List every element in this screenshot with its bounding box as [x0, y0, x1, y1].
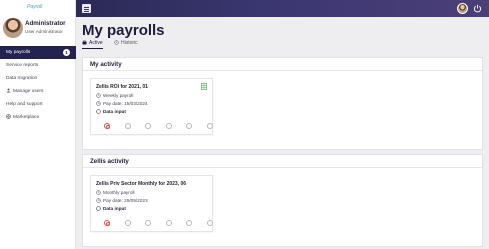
payroll-card[interactable]: Zellis ROI for 2021, 01 Weekly payroll P… — [90, 78, 213, 135]
pay-date-text: Pay date: 29/09/2023 — [103, 198, 148, 203]
sidebar-item-label: Service reports — [6, 63, 39, 68]
step-indicator[interactable] — [124, 220, 131, 226]
sidebar-item-label: Manage users — [13, 89, 44, 94]
page-title: My payrolls — [82, 22, 165, 39]
count-badge: 1 — [63, 49, 70, 56]
users-icon — [6, 88, 11, 93]
sidebar-item-help-support[interactable]: Help and support — [0, 98, 76, 111]
step-indicator[interactable] — [124, 123, 131, 129]
app-logo-text: Payroll — [27, 4, 43, 10]
frequency-text: Monthly payroll — [103, 190, 135, 195]
panel-title: My activity — [83, 58, 482, 71]
tab-active[interactable]: Active — [82, 40, 103, 49]
briefcase-icon — [82, 40, 87, 45]
step-indicator[interactable] — [206, 220, 213, 226]
user-profile: Administrator User Administrator — [3, 18, 75, 42]
sidebar-item-marketplace[interactable]: Marketplace — [0, 111, 76, 124]
step-current-indicator[interactable] — [104, 220, 111, 227]
sidebar: Payroll Administrator User Administrator… — [0, 0, 76, 249]
step-indicator[interactable] — [165, 220, 172, 226]
globe-icon — [6, 114, 11, 119]
user-role: User Administrator — [25, 29, 63, 34]
status-circle-icon — [96, 109, 101, 114]
step-indicator[interactable] — [145, 123, 151, 129]
sidebar-nav: My payrolls 1 Service reports Data migra… — [0, 46, 76, 124]
logout-icon[interactable] — [473, 4, 482, 13]
status-text: Data input — [103, 109, 126, 114]
payroll-title: Zellis Priv Sector Monthly for 2023, 06 — [96, 181, 187, 187]
panel-title: Zellis activity — [83, 155, 482, 168]
payroll-pay-date: Pay date: 29/09/2023 — [96, 198, 148, 203]
step-indicator[interactable] — [206, 123, 213, 129]
tab-historic[interactable]: Historic — [114, 40, 138, 48]
tab-label: Historic — [121, 40, 138, 46]
sidebar-item-label: Marketplace — [13, 115, 40, 120]
menu-toggle-button[interactable] — [82, 4, 91, 13]
calendar-clock-icon — [96, 101, 101, 106]
payroll-card[interactable]: Zellis Priv Sector Monthly for 2023, 06 … — [90, 175, 213, 232]
user-name: Administrator — [25, 20, 66, 27]
clock-icon — [96, 93, 101, 98]
my-activity-panel: My activity Zellis ROI for 2021, 01 Week… — [82, 57, 483, 150]
sidebar-item-my-payrolls[interactable]: My payrolls 1 — [0, 46, 76, 59]
sidebar-item-label: Data migration — [6, 76, 38, 81]
status-circle-icon — [96, 206, 101, 211]
calendar-clock-icon — [96, 198, 101, 203]
status-text: Data input — [103, 206, 126, 211]
frequency-text: Weekly payroll — [103, 93, 134, 98]
progress-steps — [104, 123, 213, 130]
payroll-frequency: Weekly payroll — [96, 93, 133, 98]
step-current-indicator[interactable] — [104, 123, 111, 130]
step-indicator[interactable] — [186, 123, 192, 129]
sidebar-item-label: My payrolls — [6, 50, 31, 55]
sidebar-item-manage-users[interactable]: Manage users — [0, 85, 76, 98]
spreadsheet-icon[interactable] — [201, 83, 207, 90]
payroll-pay-date: Pay date: 15/03/2024 — [96, 101, 148, 106]
clock-icon — [96, 190, 101, 195]
tab-label: Active — [89, 40, 103, 46]
payroll-title: Zellis ROI for 2021, 01 — [96, 84, 148, 90]
sidebar-item-service-reports[interactable]: Service reports — [0, 59, 76, 72]
top-bar — [76, 0, 489, 17]
step-indicator[interactable] — [186, 220, 192, 226]
zellis-activity-panel: Zellis activity Zellis Priv Sector Month… — [82, 154, 483, 247]
step-indicator[interactable] — [145, 220, 151, 226]
payroll-status: Data input — [96, 109, 126, 114]
sidebar-item-label: Help and support — [6, 102, 43, 107]
account-avatar[interactable] — [457, 3, 468, 14]
avatar — [3, 18, 23, 38]
progress-steps — [104, 220, 213, 227]
history-icon — [114, 40, 119, 45]
payroll-frequency: Monthly payroll — [96, 190, 135, 195]
sidebar-item-data-migration[interactable]: Data migration — [0, 72, 76, 85]
step-indicator[interactable] — [165, 123, 172, 129]
app-logo[interactable]: Payroll — [25, 3, 51, 13]
pay-date-text: Pay date: 15/03/2024 — [103, 101, 148, 106]
payroll-status: Data input — [96, 206, 126, 211]
